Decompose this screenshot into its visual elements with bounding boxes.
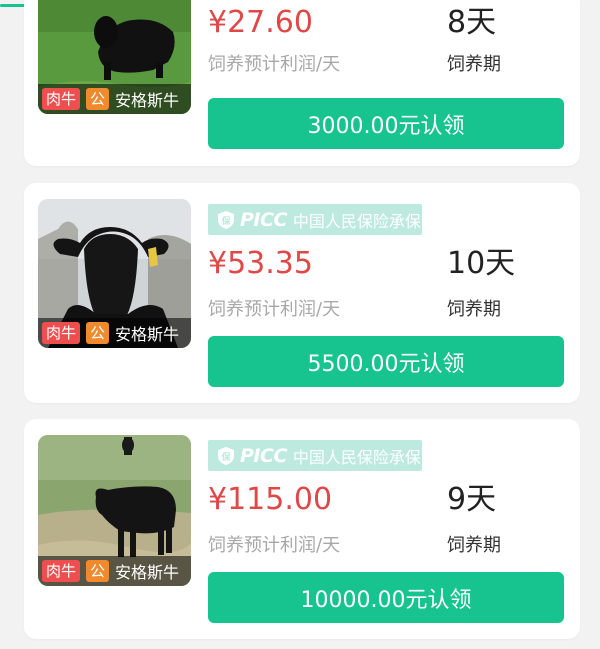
- type-tag: 肉牛: [42, 322, 81, 344]
- breed-label: 安格斯牛: [115, 325, 180, 344]
- insurance-badge: 保 PICC 中国人民保险承保: [208, 204, 422, 235]
- picc-logo: PICC: [240, 208, 287, 231]
- picc-logo: PICC: [240, 444, 287, 467]
- insurance-text: 中国人民保险承保: [292, 211, 421, 231]
- shield-icon: 保: [218, 210, 234, 229]
- sex-tag: 公: [86, 322, 110, 344]
- insurance-text: 中国人民保险承保: [292, 447, 421, 467]
- tag-strip: 肉牛 公 安格斯牛: [38, 556, 191, 586]
- cattle-photo[interactable]: 肉牛 公 安格斯牛: [38, 0, 191, 114]
- sex-tag: 公: [86, 88, 110, 110]
- feeding-period-label: 饲养期: [447, 535, 501, 556]
- sex-tag: 公: [86, 560, 110, 582]
- cattle-photo[interactable]: 肉牛 公 安格斯牛: [38, 435, 191, 586]
- feeding-period-label: 饲养期: [447, 54, 501, 75]
- feeding-period-value: 9天: [447, 482, 497, 517]
- cattle-photo[interactable]: 肉牛 公 安格斯牛: [38, 199, 191, 348]
- shield-icon: 保: [218, 446, 234, 465]
- svg-text:保: 保: [220, 215, 231, 227]
- tag-strip: 肉牛 公 安格斯牛: [38, 84, 191, 114]
- type-tag: 肉牛: [42, 88, 81, 110]
- daily-profit-label: 饲养预计利润/天: [208, 299, 341, 320]
- cattle-card-1[interactable]: 肉牛 公 安格斯牛 ¥27.60 8天 饲养预计利润/天 饲养期 3000.00…: [24, 0, 580, 166]
- feeding-period-value: 10天: [447, 246, 516, 281]
- daily-profit-label: 饲养预计利润/天: [208, 54, 341, 75]
- claim-button[interactable]: 10000.00元认领: [208, 572, 564, 623]
- claim-button[interactable]: 5500.00元认领: [208, 336, 564, 387]
- daily-profit-value: ¥53.35: [208, 246, 313, 281]
- breed-label: 安格斯牛: [115, 91, 180, 110]
- daily-profit-value: ¥27.60: [208, 5, 313, 40]
- claim-button[interactable]: 3000.00元认领: [208, 98, 564, 149]
- svg-text:保: 保: [220, 451, 231, 463]
- daily-profit-label: 饲养预计利润/天: [208, 535, 341, 556]
- cattle-card-2[interactable]: 肉牛 公 安格斯牛 保 PICC 中国人民保险承保 ¥53.35 10天 饲养预…: [24, 183, 580, 403]
- feeding-period-label: 饲养期: [447, 299, 501, 320]
- type-tag: 肉牛: [42, 560, 81, 582]
- feeding-period-value: 8天: [447, 5, 497, 40]
- insurance-badge: 保 PICC 中国人民保险承保: [208, 440, 422, 471]
- tag-strip: 肉牛 公 安格斯牛: [38, 318, 191, 348]
- cattle-card-3[interactable]: 肉牛 公 安格斯牛 保 PICC 中国人民保险承保 ¥115.00 9天 饲养预…: [24, 419, 580, 639]
- daily-profit-value: ¥115.00: [208, 482, 333, 517]
- breed-label: 安格斯牛: [115, 563, 180, 582]
